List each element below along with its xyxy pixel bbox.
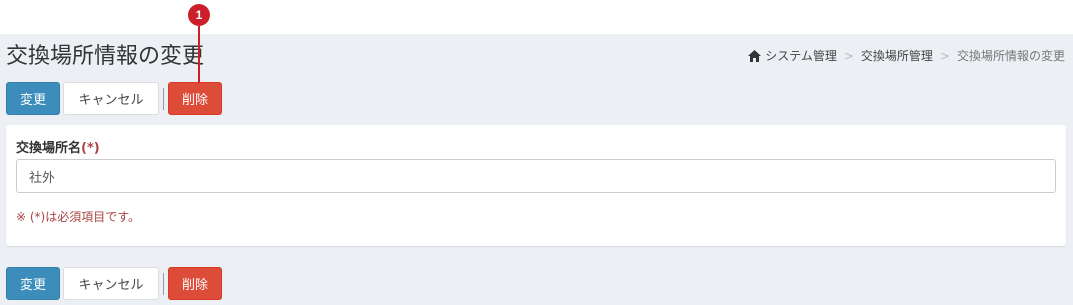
button-divider (163, 273, 164, 295)
required-mark: (*) (81, 141, 100, 156)
cancel-button-bottom[interactable]: キャンセル (63, 267, 159, 300)
field-label-text: 交換場所名 (16, 141, 82, 156)
top-bar (0, 0, 1073, 34)
breadcrumb: システム管理 > 交換場所管理 > 交換場所情報の変更 (748, 47, 1065, 64)
delete-button-top[interactable]: 削除 (168, 82, 222, 115)
delete-button-bottom[interactable]: 削除 (168, 267, 222, 300)
breadcrumb-separator: > (843, 48, 854, 63)
change-button-bottom[interactable]: 変更 (6, 267, 60, 300)
annotation-marker-line (198, 26, 200, 83)
cancel-button-top[interactable]: キャンセル (63, 82, 159, 115)
form-panel: 交換場所名(*) ※ (*)は必須項目です。 (6, 125, 1066, 246)
required-note: ※ (*)は必須項目です。 (16, 210, 141, 224)
breadcrumb-item-current: 交換場所情報の変更 (956, 49, 1065, 63)
home-icon (748, 49, 762, 62)
breadcrumb-item-exchange-place[interactable]: 交換場所管理 (861, 47, 933, 64)
breadcrumb-separator: > (939, 48, 950, 63)
annotation-marker: 1 (188, 4, 210, 26)
exchange-place-name-input[interactable] (16, 159, 1056, 193)
change-button-top[interactable]: 変更 (6, 82, 60, 115)
button-divider (163, 88, 164, 110)
breadcrumb-item-system[interactable]: システム管理 (765, 47, 837, 64)
page-title: 交換場所情報の変更 (6, 44, 205, 69)
field-label: 交換場所名(*) (16, 137, 100, 156)
